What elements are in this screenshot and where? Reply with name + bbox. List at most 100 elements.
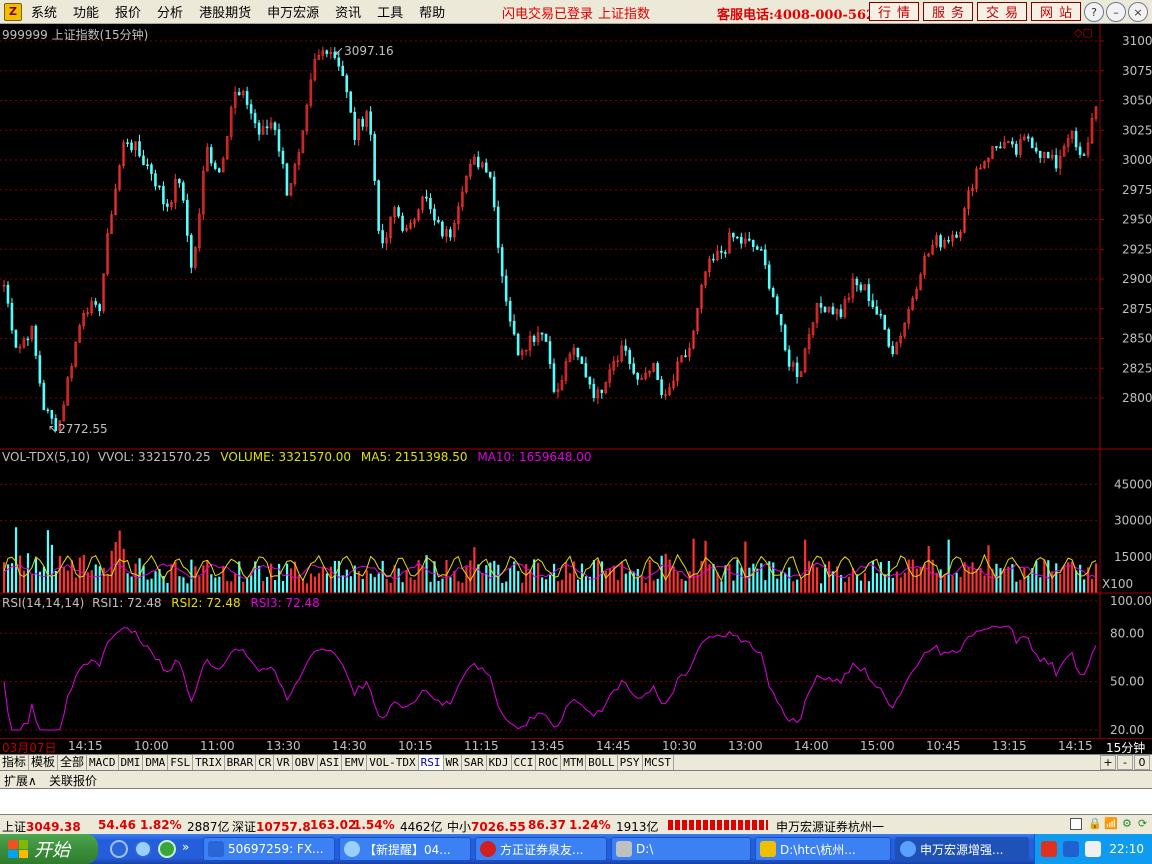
chart-canvas[interactable]: 2800 2825 2850 2875 2900 2925 2950 2975 3000 3025… [0, 24, 1152, 738]
menu-function[interactable]: 功能 [68, 2, 110, 21]
indicator-tab-kdj[interactable]: KDJ [487, 755, 512, 770]
rsi-tick-label: 100.00 [1110, 594, 1152, 608]
indicator-tab-mcst[interactable]: MCST [643, 755, 675, 770]
start-button[interactable]: 开始 [0, 834, 98, 864]
candle-body [397, 207, 400, 217]
candle-body [253, 112, 257, 124]
volume-bar [270, 563, 273, 593]
tab-bar-button[interactable]: + [1100, 755, 1116, 770]
y-tick-label: 3075 [1122, 64, 1152, 78]
tab-bar-button[interactable]: 0 [1134, 755, 1150, 770]
volume-bar [473, 547, 476, 593]
expand-button[interactable]: 扩展∧ [4, 772, 37, 789]
menu-analysis[interactable]: 分析 [152, 2, 194, 21]
shield-icon[interactable] [1085, 841, 1101, 857]
taskbar-item[interactable]: 方正证券泉友... [475, 837, 607, 861]
indicator-tab-vr[interactable]: VR [274, 755, 293, 770]
panel-icon[interactable] [1070, 818, 1082, 830]
chart-area[interactable]: 2800 2825 2850 2875 2900 2925 2950 2975 3000 3025… [0, 24, 1152, 738]
related-quotes-tab[interactable]: 关联报价 [49, 772, 97, 789]
indicator-tab-emv[interactable]: EMV [342, 755, 368, 770]
y-tick-label: 3100 [1122, 34, 1152, 48]
indicator-tab-mtm[interactable]: MTM [561, 755, 587, 770]
taskbar-item[interactable]: 50697259: FX... [203, 837, 335, 861]
indicator-tab-dmi[interactable]: DMI [119, 755, 144, 770]
taskbar-item[interactable]: 【新提醒】04... [339, 837, 471, 861]
help-icon[interactable]: ? [1084, 2, 1104, 22]
candle-body [166, 203, 169, 207]
settings-icon[interactable]: ⚙ [1122, 817, 1132, 830]
trading-app-window: Z 系统 功能 报价 分析 港股期货 申万宏源 资讯 工具 帮助 闪电交易已登录… [0, 0, 1152, 864]
volume-bar [397, 568, 400, 593]
indicator-tab-sar[interactable]: SAR [462, 755, 487, 770]
indicator-tab-obv[interactable]: OBV [293, 755, 318, 770]
refresh-icon[interactable]: ⟳ [1138, 817, 1147, 830]
menu-shenwan[interactable]: 申万宏源 [262, 2, 330, 21]
candle-body [277, 129, 281, 152]
browser-icon[interactable] [134, 840, 152, 858]
website-button[interactable]: 网站 [1031, 2, 1081, 21]
tab-bar-button[interactable]: - [1117, 755, 1133, 770]
taskbar-item-active[interactable]: 申万宏源增强... [895, 837, 1029, 861]
candle-body [871, 300, 875, 308]
indicator-tab-指标[interactable]: 指标 [0, 755, 30, 770]
quote-button[interactable]: 行情 [869, 2, 919, 21]
taskbar-item[interactable]: D:\htc\杭州... [755, 837, 891, 861]
indicator-tab-cr[interactable]: CR [256, 755, 275, 770]
indicator-tab-psy[interactable]: PSY [618, 755, 643, 770]
zx-change: 86.37 [528, 818, 566, 832]
browser-icon-2[interactable] [158, 840, 176, 858]
trade-button[interactable]: 交易 [977, 2, 1027, 21]
status-index-zx[interactable]: 中小7026.55 [447, 818, 526, 835]
volume-bar [258, 565, 261, 593]
candle-body [209, 147, 213, 164]
ma10-value: MA10: 1659648.00 [477, 450, 592, 464]
indicator-tab-dma[interactable]: DMA [143, 755, 169, 770]
status-index-sz[interactable]: 深证10757.8 [232, 818, 311, 835]
menu-tools[interactable]: 工具 [372, 2, 414, 21]
menu-help[interactable]: 帮助 [414, 2, 456, 21]
close-icon[interactable]: × [1128, 2, 1148, 22]
sz-amount: 4462亿 [400, 820, 443, 834]
service-button[interactable]: 服务 [923, 2, 973, 21]
volume-bar [521, 582, 524, 593]
indicator-tab-asi[interactable]: ASI [318, 755, 343, 770]
pane-toggle-icon[interactable]: ◇▢ [1074, 26, 1093, 39]
sz-change: 163.02 [310, 818, 357, 832]
status-index-sh[interactable]: 上证3049.38 [2, 818, 81, 835]
indicator-tab-roc[interactable]: ROC [536, 755, 562, 770]
indicator-tab-模板[interactable]: 模板 [29, 755, 59, 770]
indicator-tab-全部[interactable]: 全部 [58, 755, 88, 770]
signal-icon[interactable]: 📶 [1104, 817, 1118, 830]
indicator-tab-boll[interactable]: BOLL [586, 755, 618, 770]
indicator-tab-rsi[interactable]: RSI [418, 755, 444, 770]
candle-body [126, 142, 129, 145]
menu-system[interactable]: 系统 [26, 2, 68, 21]
menu-news[interactable]: 资讯 [330, 2, 372, 21]
app-logo-icon[interactable]: Z [4, 2, 22, 21]
candle-body [341, 65, 345, 76]
ie-icon[interactable] [110, 840, 128, 858]
tray-app-icon[interactable] [1063, 841, 1079, 857]
indicator-tab-vol-tdx[interactable]: VOL-TDX [367, 755, 419, 770]
minimize-icon[interactable]: – [1106, 2, 1126, 22]
indicator-tab-wr[interactable]: WR [444, 755, 462, 770]
menu-hk-futures[interactable]: 港股期货 [194, 2, 262, 21]
candle-body [154, 173, 157, 187]
sogou-ime-icon[interactable] [1041, 841, 1057, 857]
menu-quote[interactable]: 报价 [110, 2, 152, 21]
indicator-tab-trix[interactable]: TRIX [193, 755, 225, 770]
indicator-tab-brar[interactable]: BRAR [225, 755, 257, 770]
indicator-tab-macd[interactable]: MACD [87, 755, 119, 770]
system-tray: 22:10 [1034, 834, 1152, 864]
candle-body [138, 141, 141, 157]
zhongsou-icon [208, 841, 224, 857]
volume-bars [2, 527, 1098, 593]
lock-icon[interactable]: 🔒 [1088, 817, 1102, 830]
indicator-tab-fsl[interactable]: FSL [168, 755, 194, 770]
volume-bar [732, 580, 735, 593]
taskbar-item[interactable]: D:\ [611, 837, 751, 861]
quicklaunch-expand-icon[interactable]: » [182, 840, 189, 854]
indicator-tab-cci[interactable]: CCI [512, 755, 537, 770]
volume-bar [429, 581, 432, 593]
